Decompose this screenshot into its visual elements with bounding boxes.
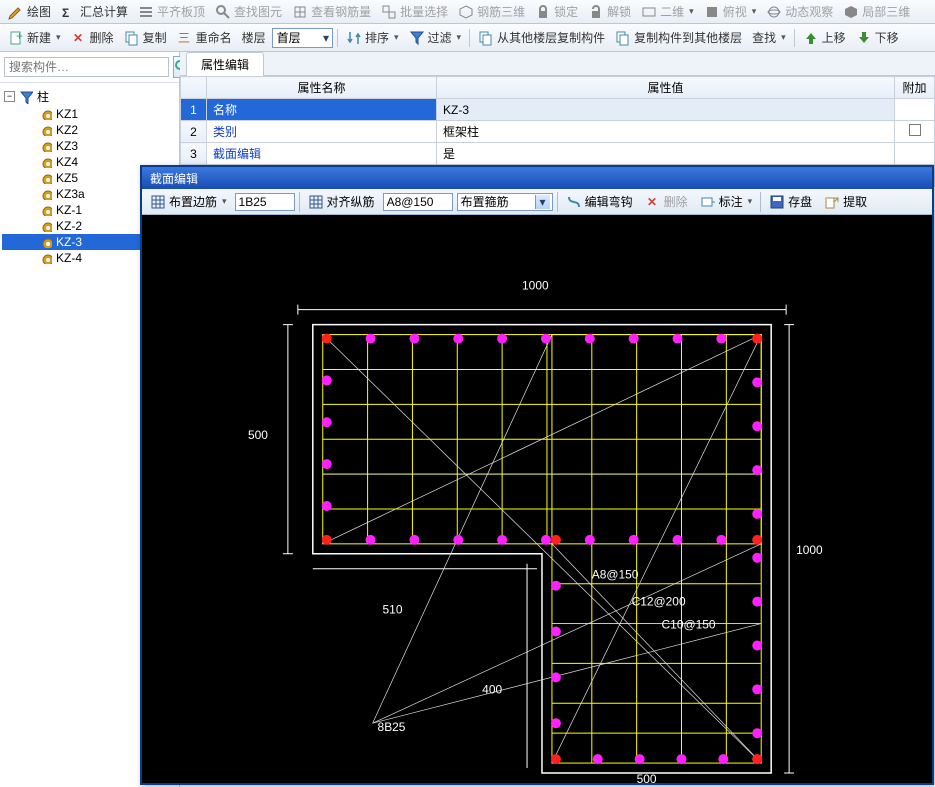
gear-icon (40, 236, 52, 248)
view-rebar-btn[interactable]: 查看钢筋量 (288, 1, 375, 22)
align-top-btn[interactable]: 平齐板顶 (134, 1, 209, 22)
toolbar-secondary: 新建▾ 删除 复制 重命名 楼层 首层 排序▾ 过滤▾ 从其他楼层复制构件 复制… (0, 24, 935, 52)
tree-item-label: KZ-4 (56, 251, 82, 265)
gear-icon (40, 252, 52, 264)
tree-item-label: KZ2 (56, 123, 78, 137)
svg-text:1000: 1000 (522, 279, 549, 293)
gear-icon (40, 140, 52, 152)
svg-text:510: 510 (383, 603, 403, 617)
tree-item-kz3[interactable]: KZ3 (2, 138, 177, 154)
find-elem-btn[interactable]: 查找图元 (211, 1, 286, 22)
tree-item-label: KZ5 (56, 171, 78, 185)
tree-root-column[interactable]: − 柱 (2, 87, 177, 106)
copy-to-floor-btn[interactable]: 复制构件到其他楼层 (611, 27, 746, 48)
copy-from-floor-btn[interactable]: 从其他楼层复制构件 (474, 27, 609, 48)
copy-btn[interactable]: 复制 (120, 27, 171, 48)
gear-icon (40, 172, 52, 184)
tree-item-label: KZ-2 (56, 219, 82, 233)
orbit-btn[interactable]: 动态观察 (762, 1, 837, 22)
svg-text:500: 500 (248, 428, 268, 442)
toolbar-main: 绘图汇总计算平齐板顶查找图元查看钢筋量批量选择钢筋三维锁定解锁二维▾俯视▾动态观… (0, 0, 935, 24)
stirrup-input[interactable] (383, 193, 453, 211)
stirrup-combo[interactable]: 布置箍筋 (457, 193, 553, 211)
prop-row[interactable]: 2类别框架柱 (181, 121, 935, 143)
search-input[interactable] (4, 57, 169, 77)
rebar-3d-btn[interactable]: 钢筋三维 (454, 1, 529, 22)
tree-item-label: KZ3a (56, 187, 85, 201)
svg-text:500: 500 (637, 772, 657, 783)
tree-item-kz2[interactable]: KZ2 (2, 122, 177, 138)
gear-icon (40, 220, 52, 232)
top-view-btn[interactable]: 俯视▾ (700, 1, 761, 22)
svg-text:8B25: 8B25 (378, 720, 406, 734)
section-toolbar: 布置边筋▾ 对齐纵筋 布置箍筋 编辑弯钩 删除 标注▾ 存盘 提取 (142, 189, 932, 215)
svg-text:A8@150: A8@150 (592, 568, 639, 582)
align-long-btn[interactable]: 对齐纵筋 (304, 191, 379, 212)
tree-item-label: KZ4 (56, 155, 78, 169)
attach-checkbox[interactable] (909, 124, 921, 136)
sum-btn[interactable]: 汇总计算 (57, 1, 132, 22)
filter-icon (19, 90, 33, 104)
svg-text:C12@200: C12@200 (632, 595, 686, 609)
col-num-header (181, 77, 207, 99)
edit-hook-btn[interactable]: 编辑弯钩 (562, 191, 637, 212)
tree-root-label: 柱 (37, 88, 49, 105)
collapse-icon[interactable]: − (4, 91, 15, 102)
gear-icon (40, 204, 52, 216)
tab-property-edit[interactable]: 属性编辑 (186, 52, 264, 76)
filter-btn[interactable]: 过滤▾ (405, 27, 466, 48)
sort-btn[interactable]: 排序▾ (342, 27, 403, 48)
new-btn[interactable]: 新建▾ (4, 27, 65, 48)
move-down-btn[interactable]: 下移 (852, 27, 903, 48)
local-3d-btn[interactable]: 局部三维 (839, 1, 914, 22)
gear-icon (40, 156, 52, 168)
svg-text:1000: 1000 (796, 543, 823, 557)
section-editor-title: 截面编辑 (142, 167, 932, 189)
lock-btn[interactable]: 锁定 (531, 1, 582, 22)
floor-select[interactable]: 首层 (272, 28, 333, 48)
find-btn[interactable]: 查找▾ (748, 27, 790, 48)
svg-text:400: 400 (482, 682, 502, 696)
section-editor-window: 截面编辑 布置边筋▾ 对齐纵筋 布置箍筋 编辑弯钩 删除 标注▾ 存盘 提取 (140, 165, 934, 785)
gear-icon (40, 188, 52, 200)
col-value-header: 属性值 (437, 77, 895, 99)
gear-icon (40, 124, 52, 136)
tree-item-kz1[interactable]: KZ1 (2, 106, 177, 122)
rename-btn[interactable]: 重命名 (173, 27, 236, 48)
svg-text:C10@150: C10@150 (662, 618, 716, 632)
delete-btn[interactable]: 删除 (67, 27, 118, 48)
annotate-btn[interactable]: 标注▾ (696, 191, 757, 212)
extract-btn[interactable]: 提取 (820, 191, 871, 212)
col-attach-header: 附加 (895, 77, 935, 99)
gear-icon (40, 108, 52, 120)
section-delete-btn[interactable]: 删除 (641, 191, 692, 212)
tree-item-label: KZ3 (56, 139, 78, 153)
edge-rebar-input[interactable] (235, 193, 295, 211)
unlock-btn[interactable]: 解锁 (584, 1, 635, 22)
tree-item-label: KZ1 (56, 107, 78, 121)
move-up-btn[interactable]: 上移 (799, 27, 850, 48)
tree-item-label: KZ-3 (56, 235, 82, 249)
section-canvas[interactable]: 1000 500 1000 510 400 500 A8@150 C12@200… (142, 215, 932, 783)
edge-rebar-btn[interactable]: 布置边筋▾ (146, 191, 231, 212)
batch-select-btn[interactable]: 批量选择 (377, 1, 452, 22)
2d-btn[interactable]: 二维▾ (637, 1, 698, 22)
floor-btn[interactable]: 楼层 (238, 27, 270, 48)
prop-row[interactable]: 1名称KZ-3 (181, 99, 935, 121)
tree-item-label: KZ-1 (56, 203, 82, 217)
draw-btn[interactable]: 绘图 (4, 1, 55, 22)
col-name-header: 属性名称 (207, 77, 437, 99)
prop-row[interactable]: 3截面编辑是 (181, 143, 935, 165)
save-btn[interactable]: 存盘 (765, 191, 816, 212)
tab-strip: 属性编辑 (180, 52, 935, 76)
